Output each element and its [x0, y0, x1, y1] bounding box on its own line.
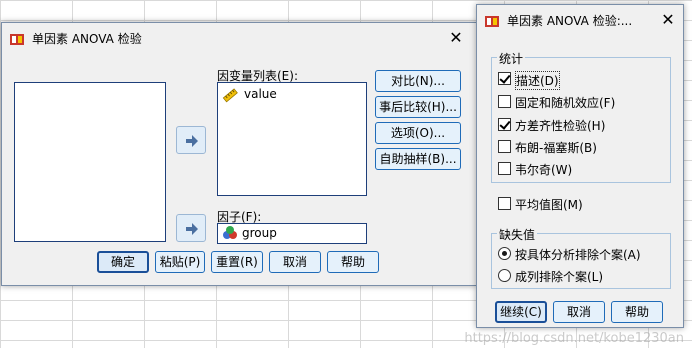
close-icon[interactable]: ✕ — [653, 5, 683, 35]
ruler-icon — [222, 88, 238, 103]
reset-button[interactable]: 重置(R) — [211, 251, 263, 273]
welch-label[interactable]: 韦尔奇(W) — [515, 161, 572, 178]
exclude-analysis-by-analysis-label[interactable]: 按具体分析排除个案(A) — [515, 246, 641, 263]
means-plot-label[interactable]: 平均值图(M) — [515, 196, 583, 213]
continue-button[interactable]: 继续(C) — [495, 301, 547, 323]
dependent-variable-name: value — [244, 87, 277, 101]
watermark: https://blog.csdn.net/kobe1230an — [464, 331, 684, 346]
statistics-group-title: 统计 — [497, 50, 526, 67]
paste-button[interactable]: 粘贴(P) — [155, 251, 205, 273]
arrow-right-icon — [186, 135, 198, 147]
exclude-listwise-label[interactable]: 成列排除个案(L) — [515, 268, 603, 285]
move-to-dependent-button[interactable] — [176, 126, 206, 154]
factor-field[interactable]: group — [217, 223, 367, 244]
help-button[interactable]: 帮助 — [327, 251, 379, 273]
welch-checkbox[interactable] — [498, 162, 511, 175]
spss-app-icon — [9, 31, 25, 47]
source-variable-list[interactable] — [14, 82, 166, 242]
factor-variable-name: group — [242, 226, 277, 240]
dependent-list[interactable]: value — [217, 82, 367, 196]
move-to-factor-button[interactable] — [176, 214, 206, 242]
cancel-button[interactable]: 取消 — [269, 251, 321, 273]
dialog-title: 单因素 ANOVA 检验 — [32, 32, 142, 46]
help-button[interactable]: 帮助 — [611, 301, 663, 323]
contrasts-button[interactable]: 对比(N)... — [375, 70, 461, 92]
options-button[interactable]: 选项(O)... — [375, 122, 461, 144]
homogeneity-test-checkbox[interactable] — [498, 118, 511, 131]
anova-options-dialog: 单因素 ANOVA 检验:... ✕ 统计 描述(D) 固定和随机效应(F) 方… — [476, 4, 684, 328]
arrow-right-icon — [186, 223, 198, 235]
descriptive-label[interactable]: 描述(D) — [515, 71, 560, 90]
fixed-random-effects-checkbox[interactable] — [498, 95, 511, 108]
cancel-button[interactable]: 取消 — [553, 301, 605, 323]
nominal-variable-icon — [223, 226, 237, 239]
descriptive-checkbox[interactable] — [498, 72, 511, 85]
ok-button[interactable]: 确定 — [97, 251, 149, 273]
spss-app-icon — [484, 13, 500, 29]
title-bar[interactable]: 单因素 ANOVA 检验 ✕ — [2, 23, 476, 53]
means-plot-checkbox[interactable] — [498, 197, 511, 210]
brown-forsythe-label[interactable]: 布朗-福塞斯(B) — [515, 139, 597, 156]
dialog-title: 单因素 ANOVA 检验:... — [507, 14, 633, 28]
exclude-analysis-by-analysis-radio[interactable] — [498, 247, 511, 260]
title-bar[interactable]: 单因素 ANOVA 检验:... ✕ — [477, 5, 683, 35]
close-icon[interactable]: ✕ — [436, 23, 476, 53]
bootstrap-button[interactable]: 自助抽样(B)... — [375, 148, 461, 170]
brown-forsythe-checkbox[interactable] — [498, 140, 511, 153]
exclude-listwise-radio[interactable] — [498, 269, 511, 282]
fixed-random-effects-label[interactable]: 固定和随机效应(F) — [515, 94, 615, 111]
missing-values-group-title: 缺失值 — [497, 226, 538, 243]
post-hoc-button[interactable]: 事后比较(H)... — [375, 96, 461, 118]
homogeneity-test-label[interactable]: 方差齐性检验(H) — [515, 117, 605, 134]
oneway-anova-dialog: 单因素 ANOVA 检验 ✕ 因变量列表(E): value 因子(F): gr… — [1, 22, 477, 286]
